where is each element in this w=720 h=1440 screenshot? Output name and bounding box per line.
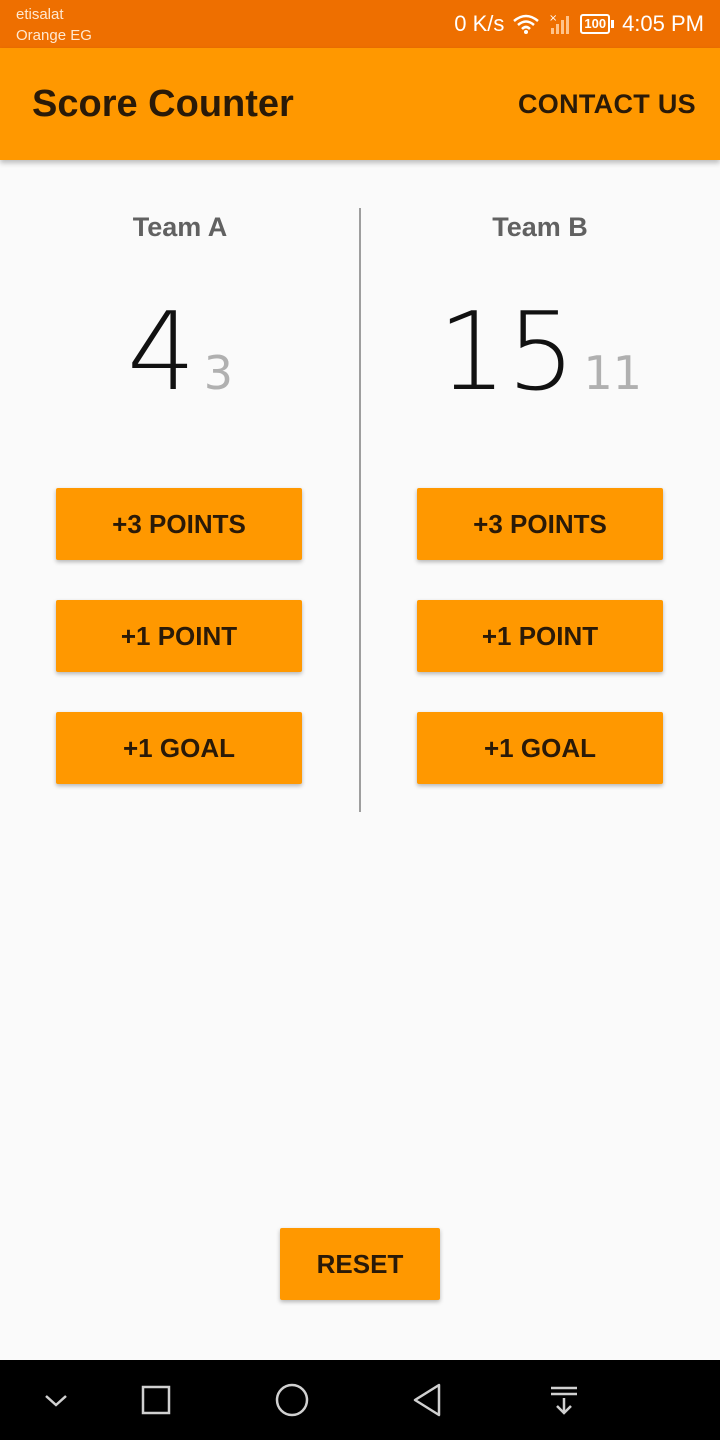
team-b-plus-goal-button[interactable]: +1 GOAL bbox=[417, 712, 663, 784]
svg-text:×: × bbox=[549, 13, 557, 24]
team-b-plus-one-button[interactable]: +1 POINT bbox=[417, 600, 663, 672]
app-bar: Score Counter CONTACT US bbox=[0, 48, 720, 160]
back-icon[interactable] bbox=[388, 1360, 468, 1440]
team-a-name: Team A bbox=[132, 212, 228, 242]
team-a-plus-three-button[interactable]: +3 POINTS bbox=[56, 488, 302, 560]
team-b-score-row: 15 11 bbox=[360, 298, 720, 408]
battery-icon: 100 bbox=[580, 14, 615, 34]
signal-icon: × bbox=[548, 12, 572, 36]
team-a-plus-goal-button[interactable]: +1 GOAL bbox=[56, 712, 302, 784]
battery-level: 100 bbox=[580, 14, 611, 34]
contact-us-button[interactable]: CONTACT US bbox=[518, 48, 696, 160]
carrier-info: etisalat Orange EG bbox=[16, 4, 92, 46]
team-b-score: 15 bbox=[438, 290, 576, 415]
recents-icon[interactable] bbox=[116, 1360, 196, 1440]
team-a-plus-one-button[interactable]: +1 POINT bbox=[56, 600, 302, 672]
home-icon[interactable] bbox=[252, 1360, 332, 1440]
chevron-down-icon[interactable] bbox=[16, 1360, 96, 1440]
clock: 4:05 PM bbox=[622, 11, 704, 36]
app-title: Score Counter bbox=[32, 83, 294, 125]
status-indicators: 0 K/s × 100 4:05 PM bbox=[454, 0, 704, 48]
network-speed: 0 K/s bbox=[454, 11, 505, 36]
team-a-score: 4 bbox=[127, 290, 196, 415]
team-a-secondary-score: 3 bbox=[203, 346, 233, 400]
team-b-secondary-score: 11 bbox=[583, 346, 642, 400]
team-b-name: Team B bbox=[492, 212, 588, 242]
reset-button[interactable]: RESET bbox=[280, 1228, 440, 1300]
carrier-name-secondary: Orange EG bbox=[16, 27, 92, 44]
team-a-score-row: 4 3 bbox=[0, 298, 360, 408]
navigation-bar bbox=[0, 1360, 720, 1440]
wifi-icon bbox=[512, 13, 540, 35]
carrier-name-primary: etisalat bbox=[16, 6, 64, 23]
status-bar: etisalat Orange EG 0 K/s × 100 4:05 PM bbox=[0, 0, 720, 48]
notification-pull-icon[interactable] bbox=[524, 1360, 604, 1440]
team-b-plus-three-button[interactable]: +3 POINTS bbox=[417, 488, 663, 560]
